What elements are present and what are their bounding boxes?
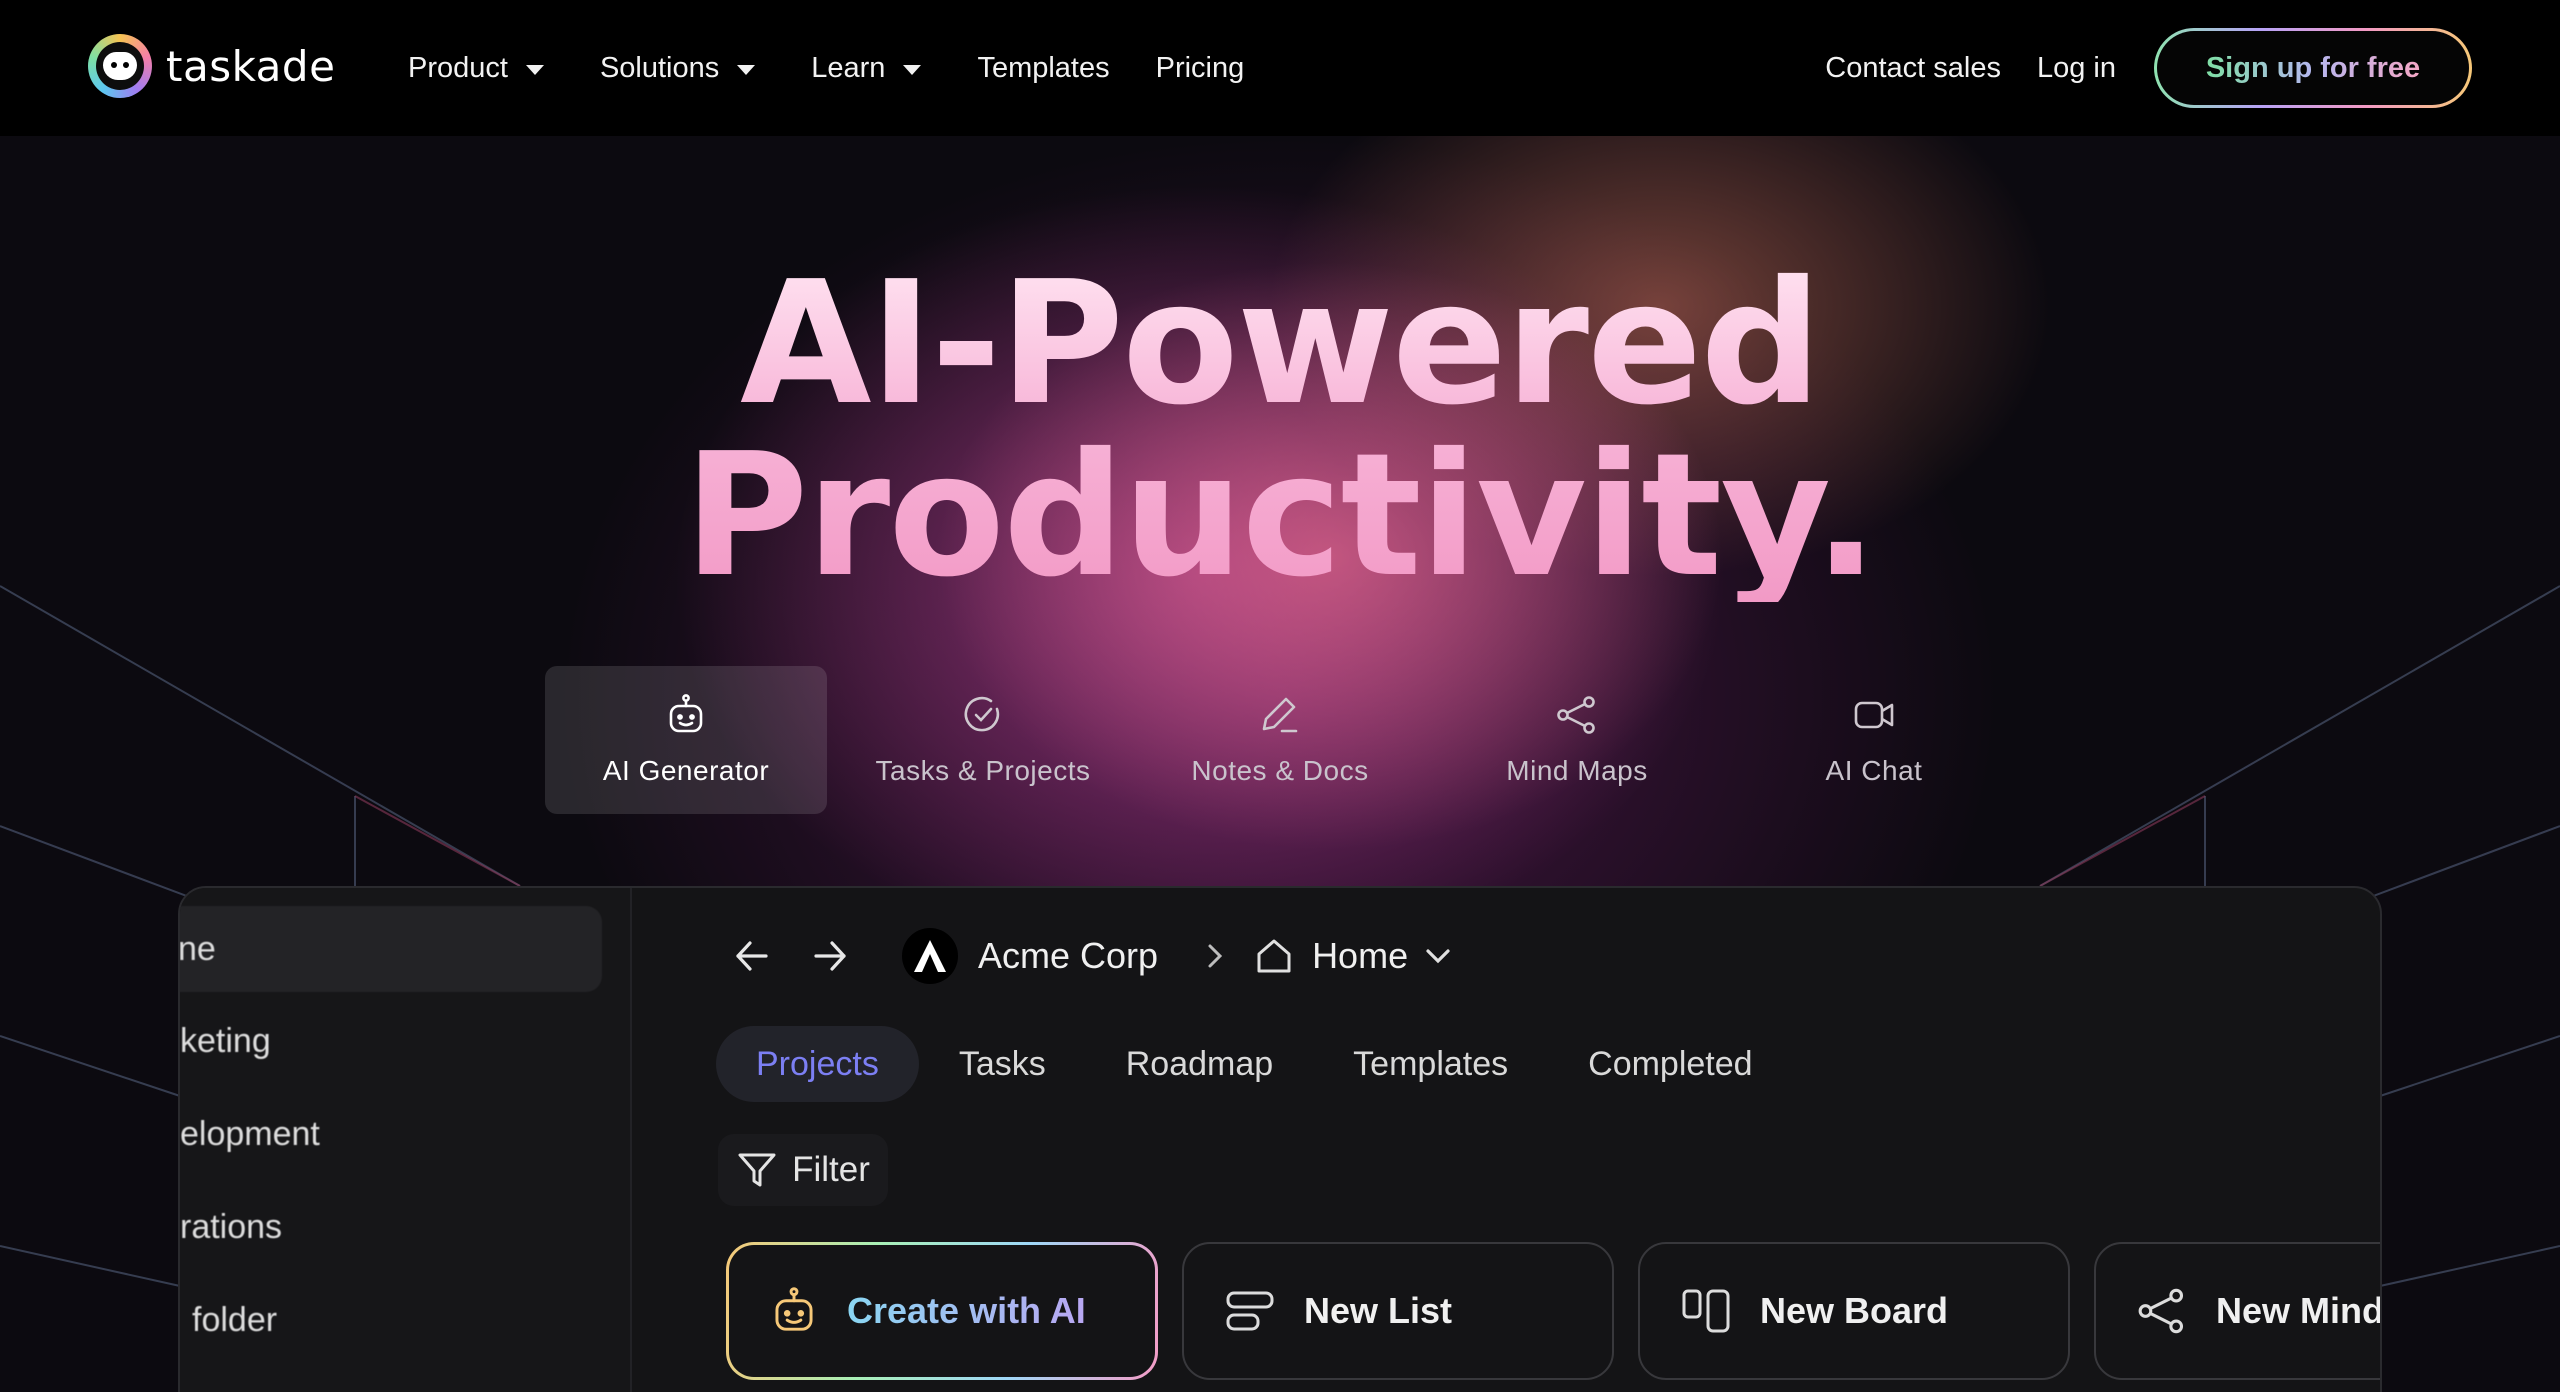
share-nodes-icon <box>1557 696 1595 734</box>
tab-tasks[interactable]: Tasks <box>919 1026 1086 1102</box>
tab-projects[interactable]: Projects <box>716 1026 919 1102</box>
logo-text: taskade <box>166 41 336 91</box>
caret-down-icon <box>737 64 756 75</box>
tab-completed[interactable]: Completed <box>1548 1026 1792 1102</box>
caret-down-icon <box>903 64 922 75</box>
breadcrumb-org[interactable]: Acme Corp <box>978 935 1158 977</box>
nav-solutions[interactable]: Solutions <box>600 52 756 85</box>
filter-button[interactable]: Filter <box>718 1134 888 1206</box>
new-list-button[interactable]: New List <box>1182 1242 1614 1380</box>
chevron-down-icon[interactable] <box>1422 940 1454 972</box>
nav-templates[interactable]: Templates <box>977 52 1109 85</box>
breadcrumb: Acme Corp Home <box>732 922 1454 990</box>
robot-icon <box>775 1287 813 1331</box>
new-mind-map-button[interactable]: New Mind <box>2094 1242 2382 1380</box>
new-board-button[interactable]: New Board <box>1638 1242 2070 1380</box>
app-preview-panel: ne keting elopment rations folder Acme C… <box>178 886 2382 1392</box>
hero-title: AI-Powered Productivity. <box>0 258 2560 602</box>
feature-label: AI Chat <box>1825 755 1923 786</box>
feature-tab-ai-generator[interactable]: AI Generator <box>545 666 827 814</box>
new-list-label: New List <box>1304 1290 1453 1331</box>
list-icon <box>1226 1291 1274 1331</box>
hero-title-line1: AI-Powered <box>740 245 1820 443</box>
nav-product[interactable]: Product <box>408 52 544 85</box>
nav-learn[interactable]: Learn <box>811 52 922 85</box>
sign-up-button[interactable]: Sign up for free <box>2154 28 2472 108</box>
feature-label: Mind Maps <box>1506 755 1648 786</box>
feature-label: Notes & Docs <box>1191 755 1369 786</box>
breadcrumb-page[interactable]: Home <box>1312 935 1408 977</box>
forward-arrow-icon[interactable] <box>810 936 850 976</box>
filter-icon <box>738 1153 776 1187</box>
sidebar-item-home[interactable]: ne <box>180 906 602 992</box>
robot-icon <box>669 694 703 733</box>
caret-down-icon <box>525 64 544 75</box>
nav-pricing[interactable]: Pricing <box>1156 52 1245 85</box>
feature-tab-tasks-projects[interactable]: Tasks & Projects <box>842 666 1124 814</box>
tab-templates[interactable]: Templates <box>1313 1026 1548 1102</box>
sidebar-item-marketing[interactable]: keting <box>180 1022 271 1061</box>
sidebar-item-operations[interactable]: rations <box>180 1208 282 1247</box>
back-arrow-icon[interactable] <box>732 936 772 976</box>
project-tabs: Projects Tasks Roadmap Templates Complet… <box>716 1026 1793 1102</box>
pen-icon <box>1262 697 1298 733</box>
acme-logo-icon <box>902 928 958 984</box>
top-nav: taskade Product Solutions Learn Template… <box>0 0 2560 136</box>
filter-label: Filter <box>792 1150 870 1189</box>
share-nodes-icon <box>2138 1288 2184 1334</box>
feature-label: Tasks & Projects <box>875 755 1091 786</box>
feature-tabs: AI Generator Tasks & Projects Notes & Do… <box>545 666 2030 814</box>
sidebar: ne keting elopment rations folder <box>180 888 632 1392</box>
sidebar-item-development[interactable]: elopment <box>180 1115 320 1154</box>
taskade-logo[interactable]: taskade <box>88 34 335 98</box>
tab-roadmap[interactable]: Roadmap <box>1086 1026 1313 1102</box>
video-icon <box>1854 701 1894 729</box>
feature-tab-notes-docs[interactable]: Notes & Docs <box>1139 666 1421 814</box>
feature-tab-mind-maps[interactable]: Mind Maps <box>1436 666 1718 814</box>
hero-title-line2: Productivity. <box>683 417 1877 615</box>
create-actions: Create with AI New List New Board New Mi… <box>726 1242 2382 1380</box>
nav-right: Contact sales Log in Sign up for free <box>1825 0 2560 136</box>
chevron-right-icon <box>1208 944 1223 968</box>
taskade-logo-icon <box>88 34 152 98</box>
home-icon <box>1257 939 1291 973</box>
new-board-label: New Board <box>1760 1290 1949 1331</box>
log-in-link[interactable]: Log in <box>2037 52 2116 85</box>
create-with-ai-button[interactable]: Create with AI <box>726 1242 1158 1380</box>
board-icon <box>1682 1289 1730 1333</box>
create-with-ai-label: Create with AI <box>847 1290 1086 1331</box>
sidebar-item-folder[interactable]: folder <box>192 1301 277 1340</box>
nav-links: Product Solutions Learn Templates Pricin… <box>408 0 1300 136</box>
feature-tab-ai-chat[interactable]: AI Chat <box>1733 666 2015 814</box>
contact-sales-link[interactable]: Contact sales <box>1825 52 2001 85</box>
new-mind-map-label: New Mind <box>2216 1290 2382 1331</box>
feature-label: AI Generator <box>602 755 770 786</box>
check-circle-icon <box>964 696 1000 732</box>
